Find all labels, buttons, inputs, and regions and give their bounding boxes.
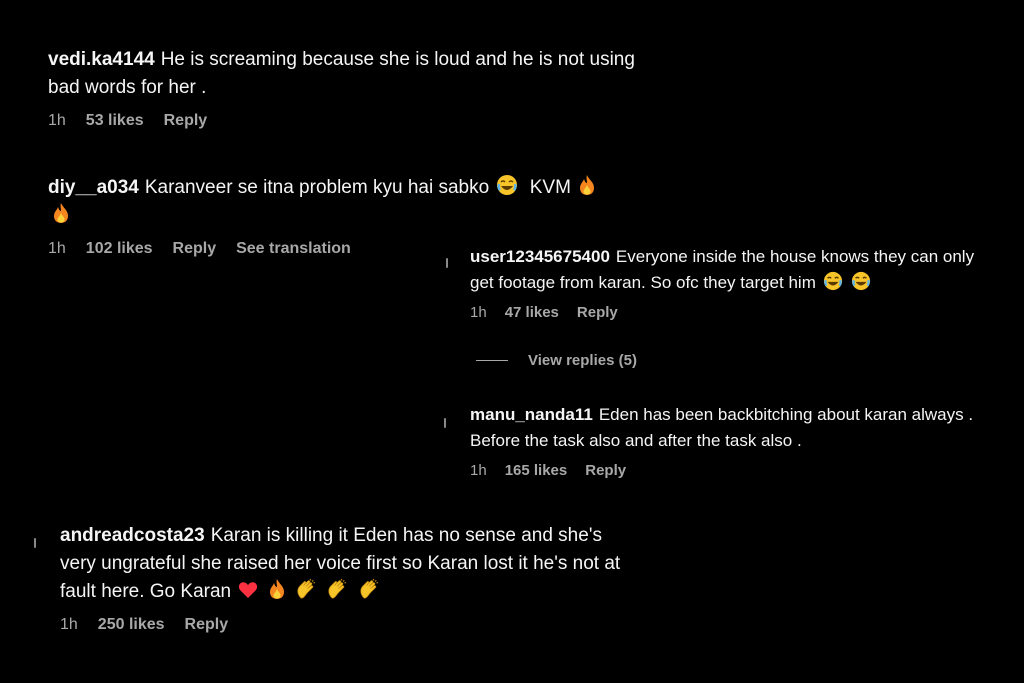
comment-meta: 1h 165 likes Reply [470,462,990,479]
reply-button[interactable]: Reply [577,304,618,321]
face-with-tears-of-joy-icon [823,271,842,291]
comment-text-suffix: KVM [529,177,571,198]
comment-body: vedi.ka4144 He is screaming because she i… [48,46,648,102]
comment-body: diy__a034 Karanveer se itna problem kyu h… [48,174,648,230]
thread-indicator [444,418,446,428]
face-with-tears-of-joy-icon [497,175,518,195]
comment-likes[interactable]: 102 likes [86,240,153,258]
comment-username[interactable]: andreadcosta23 [60,525,205,546]
comment-meta: 1h 47 likes Reply [470,304,990,321]
comment-time: 1h [48,112,66,129]
reply-item: user12345675400 Everyone inside the house… [470,244,990,321]
comment-time: 1h [60,616,78,633]
face-with-tears-of-joy-icon [852,271,871,291]
view-replies-label: View replies (5) [528,352,637,369]
clapping-hands-icon [328,578,347,599]
clapping-hands-icon [297,578,316,599]
comment-time: 1h [470,462,487,479]
comment-item: vedi.ka4144 He is screaming because she i… [48,46,648,130]
comment-username[interactable]: vedi.ka4144 [48,49,155,70]
thread-indicator [34,538,36,548]
fire-icon [54,203,68,223]
comment-likes[interactable]: 47 likes [505,304,559,321]
fire-icon [269,579,284,599]
see-translation-button[interactable]: See translation [236,240,351,258]
comment-username[interactable]: manu_nanda11 [470,405,593,424]
comment-username[interactable]: diy__a034 [48,177,139,198]
comment-likes[interactable]: 165 likes [505,462,568,479]
reply-item: manu_nanda11 Eden has been backbitching a… [470,402,990,479]
divider-line [476,360,508,361]
comment-body: andreadcosta23 Karan is killing it Eden h… [60,522,640,606]
comment-username[interactable]: user12345675400 [470,247,610,266]
comment-item: andreadcosta23 Karan is killing it Eden h… [60,522,640,634]
comment-time: 1h [470,304,487,321]
reply-button[interactable]: Reply [173,240,217,258]
reply-button[interactable]: Reply [585,462,626,479]
comment-meta: 1h 250 likes Reply [60,616,640,634]
thread-indicator [446,258,448,268]
reply-button[interactable]: Reply [185,616,229,634]
clapping-hands-icon [359,578,378,599]
reply-button[interactable]: Reply [164,112,208,130]
fire-icon [580,175,595,195]
comment-text: Karanveer se itna problem kyu hai sabko [144,177,490,198]
comment-time: 1h [48,240,66,257]
comment-body: user12345675400 Everyone inside the house… [470,244,990,296]
comment-meta: 1h 53 likes Reply [48,112,648,130]
comment-likes[interactable]: 53 likes [86,112,144,130]
comment-likes[interactable]: 250 likes [98,616,165,634]
view-replies-button[interactable]: View replies (5) [476,352,637,369]
comment-body: manu_nanda11 Eden has been backbitching a… [470,402,990,454]
red-heart-icon [239,582,258,598]
